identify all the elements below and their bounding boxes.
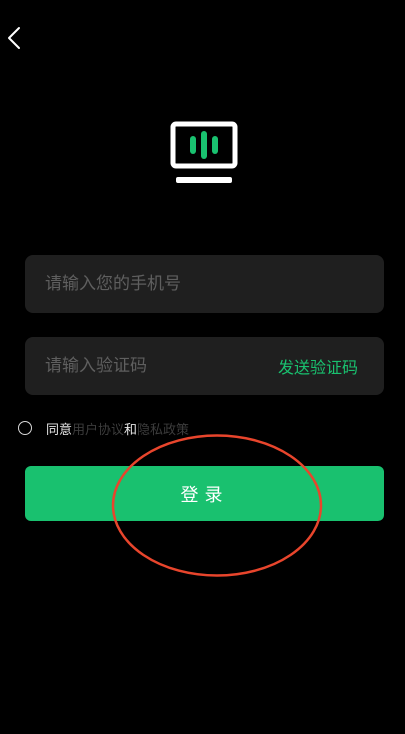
agree-radio[interactable] [18,421,32,435]
login-button[interactable]: 登录 [25,466,384,521]
login-button-label: 登录 [180,484,229,506]
phone-input[interactable] [25,255,384,313]
app-logo-icon [170,121,238,191]
chevron-left-icon [7,26,21,54]
verification-code-input[interactable] [25,337,278,395]
privacy-policy-link[interactable]: 隐私政策 [137,419,189,438]
agreement-row: 同意 用户协议 和 隐私政策 [18,418,189,438]
verification-code-field: 发送验证码 [25,337,384,395]
send-code-button[interactable]: 发送验证码 [278,354,384,378]
back-button[interactable] [2,25,26,55]
agree-prefix-text: 同意 [46,422,73,438]
phone-field [25,255,384,313]
agree-conjunction-text: 和 [124,422,138,438]
user-agreement-link[interactable]: 用户协议 [72,419,124,438]
